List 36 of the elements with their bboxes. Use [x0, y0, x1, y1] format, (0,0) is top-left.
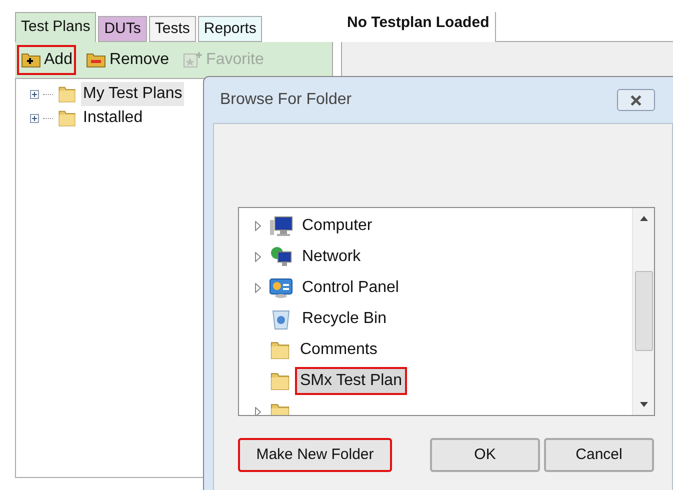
- add-button[interactable]: Add: [17, 45, 76, 75]
- expand-arrow-icon[interactable]: [255, 406, 261, 415]
- folder-item[interactable]: Comments: [295, 336, 382, 364]
- folder-item[interactable]: Computer: [297, 212, 378, 240]
- folder-item[interactable]: SMx Test Plan: [295, 366, 407, 394]
- network-icon: [269, 246, 293, 268]
- expand-icon[interactable]: [30, 90, 39, 98]
- tree-item[interactable]: Installed: [81, 106, 145, 130]
- scrollbar[interactable]: [632, 208, 654, 415]
- scroll-thumb[interactable]: [634, 271, 652, 351]
- scroll-down-icon[interactable]: [640, 402, 648, 407]
- dialog-button[interactable]: OK: [430, 438, 540, 472]
- folder-item[interactable]: Control Panel: [297, 274, 404, 302]
- remove-button[interactable]: Remove: [82, 45, 174, 75]
- tree-item[interactable]: My Test Plans: [81, 82, 184, 106]
- expand-icon[interactable]: [30, 114, 39, 122]
- tab[interactable]: Reports: [198, 16, 262, 42]
- expand-arrow-icon[interactable]: [255, 252, 261, 262]
- folder-item[interactable]: Network: [297, 242, 366, 270]
- close-icon: [629, 94, 643, 106]
- dialog-title: Browse For Folder: [220, 90, 352, 110]
- tab[interactable]: Tests: [148, 16, 196, 42]
- folder-item[interactable]: Recycle Bin: [297, 304, 392, 332]
- expand-arrow-icon[interactable]: [255, 282, 261, 292]
- control-panel-icon: [269, 276, 293, 298]
- tab[interactable]: Test Plans: [15, 12, 96, 42]
- favorite-icon: [183, 51, 204, 69]
- dialog-button[interactable]: Make New Folder: [238, 438, 392, 472]
- tab[interactable]: DUTs: [98, 16, 147, 42]
- dialog-button[interactable]: Cancel: [544, 438, 654, 472]
- expand-arrow-icon[interactable]: [255, 220, 261, 230]
- close-button[interactable]: [617, 89, 655, 111]
- folder-minus-icon: [86, 52, 106, 68]
- scroll-up-icon[interactable]: [640, 216, 648, 221]
- computer-icon: [269, 214, 293, 236]
- folder-plus-icon: [21, 52, 41, 68]
